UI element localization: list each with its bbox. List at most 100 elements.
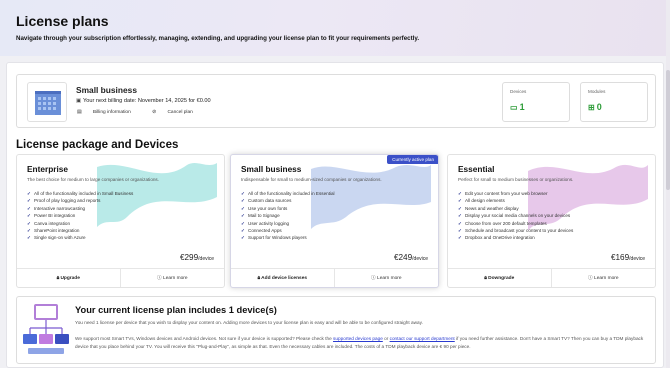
feature-item: ✓ Support for Windows players bbox=[241, 235, 307, 241]
feature-item: ✓ Proof of play logging and reports bbox=[27, 198, 101, 204]
check-icon: ✓ bbox=[458, 220, 462, 226]
contact-support-link[interactable]: contact our support department bbox=[390, 336, 455, 341]
plan-description: Indispensable for small to medium-sized … bbox=[241, 177, 382, 182]
feature-item: ✓ Single sign-on with Azure bbox=[27, 235, 86, 241]
modules-counter: Modules ⊞ 0 bbox=[580, 82, 648, 122]
check-icon: ✓ bbox=[241, 227, 245, 233]
check-icon: ✓ bbox=[27, 235, 31, 241]
card-footer: 🔒︎ Upgrade ⓘ Learn more bbox=[17, 268, 224, 287]
modules-label: Modules bbox=[588, 89, 606, 94]
cancel-plan-label: Cancel plan bbox=[167, 110, 193, 115]
current-plan-explanation: You need 1 license per device that you w… bbox=[75, 320, 423, 325]
devices-label: Devices bbox=[510, 89, 527, 94]
plan-actions: ▤ Billing information ⊘ Cancel plan bbox=[77, 110, 213, 115]
section-title: License package and Devices bbox=[16, 139, 179, 151]
upgrade-button[interactable]: 🔒︎ Upgrade bbox=[17, 269, 121, 287]
check-icon: ✓ bbox=[27, 198, 31, 204]
feature-item: ✓ Interactive narrowcasting bbox=[27, 205, 86, 211]
plan-name: Small business bbox=[76, 85, 137, 95]
feature-item: ✓ Choose from over 200 default templates bbox=[458, 220, 547, 226]
feature-item: ✓ Schedule and broadcast your content to … bbox=[458, 227, 574, 233]
check-icon: ✓ bbox=[27, 220, 31, 226]
device-support-text: We support most Smart TVs, Windows devic… bbox=[75, 336, 644, 349]
plan-name: Small business bbox=[241, 164, 302, 174]
feature-item: ✓ Display your social media channels on y… bbox=[458, 213, 571, 219]
plan-price: €299/device bbox=[179, 253, 214, 262]
plan-card-small-business: Currently active plan Small business Ind… bbox=[230, 154, 439, 288]
calendar-icon: ▣ bbox=[76, 98, 82, 104]
plan-name: Essential bbox=[458, 164, 495, 174]
receipt-icon: ▤ bbox=[77, 110, 83, 115]
feature-item: ✓ Mail to Signage bbox=[241, 213, 280, 219]
check-icon: ✓ bbox=[458, 213, 462, 219]
learn-more-button[interactable]: ⓘ Learn more bbox=[552, 269, 656, 287]
feature-item: ✓ All design elements bbox=[458, 198, 505, 204]
devices-counter: Devices ▭ 1 bbox=[502, 82, 570, 122]
billing-information-label: Billing information bbox=[92, 110, 131, 115]
card-footer: 🔒︎ Downgrade ⓘ Learn more bbox=[448, 268, 655, 287]
devices-illustration bbox=[23, 304, 69, 354]
current-license-info: Your current license plan includes 1 dev… bbox=[16, 296, 656, 364]
check-icon: ✓ bbox=[241, 220, 245, 226]
supported-devices-link[interactable]: supported devices page bbox=[333, 336, 383, 341]
check-icon: ✓ bbox=[458, 227, 462, 233]
plan-price: €169/device bbox=[610, 253, 645, 262]
feature-item: ✓ Edit your content from your web browser bbox=[458, 191, 548, 196]
feature-item: ✓ Custom data sources bbox=[241, 198, 292, 204]
grid-icon: ⊞ bbox=[588, 103, 595, 112]
plan-description: Perfect for small to medium businesses o… bbox=[458, 177, 574, 182]
add-device-licenses-button[interactable]: 🔒︎ Add device licenses bbox=[231, 269, 335, 287]
current-plan-title: Your current license plan includes 1 dev… bbox=[75, 305, 277, 315]
feature-item: ✓ Power BI integration bbox=[27, 213, 76, 219]
scrollbar[interactable] bbox=[666, 0, 670, 368]
check-icon: ✓ bbox=[241, 205, 245, 211]
check-icon: ✓ bbox=[458, 191, 462, 196]
page-title: License plans bbox=[16, 13, 109, 29]
building-icon bbox=[35, 91, 61, 115]
billing-information-link[interactable]: ▤ Billing information bbox=[77, 110, 141, 115]
check-icon: ✓ bbox=[241, 198, 245, 204]
feature-item: ✓ News and weather display bbox=[458, 205, 519, 211]
scrollbar-thumb[interactable] bbox=[666, 70, 670, 190]
billing-date-text: Your next billing date: November 14, 202… bbox=[83, 98, 211, 104]
check-icon: ✓ bbox=[27, 191, 31, 196]
check-icon: ✓ bbox=[27, 227, 31, 233]
card-footer: 🔒︎ Add device licenses ⓘ Learn more bbox=[231, 268, 438, 287]
plan-price: €249/device bbox=[393, 253, 428, 262]
cancel-icon: ⊘ bbox=[152, 110, 158, 115]
current-plan-summary: Small business ▣ Your next billing date: … bbox=[16, 74, 656, 128]
feature-item: ✓ User activity logging bbox=[241, 220, 290, 226]
downgrade-button[interactable]: 🔒︎ Downgrade bbox=[448, 269, 552, 287]
feature-item: ✓ SharePoint integration bbox=[27, 227, 80, 233]
feature-list: ✓ All of the functionality included in Es… bbox=[241, 191, 335, 243]
check-icon: ✓ bbox=[458, 198, 462, 204]
plan-card-enterprise: Enterprise The best choice for medium to… bbox=[16, 154, 225, 288]
feature-item: ✓ Dropbox and OneDrive integration bbox=[458, 235, 535, 241]
feature-list: ✓ Edit your content from your web browser… bbox=[458, 191, 573, 243]
learn-more-button[interactable]: ⓘ Learn more bbox=[335, 269, 439, 287]
page-header: License plans Navigate through your subs… bbox=[0, 0, 670, 56]
check-icon: ✓ bbox=[241, 213, 245, 219]
feature-item: ✓ Use your own fonts bbox=[241, 205, 288, 211]
feature-item: ✓ Canva integration bbox=[27, 220, 71, 226]
plan-name: Enterprise bbox=[27, 164, 69, 174]
building-logo bbox=[27, 82, 67, 122]
plan-description: The best choice for medium to large comp… bbox=[27, 177, 160, 182]
cancel-plan-link[interactable]: ⊘ Cancel plan bbox=[152, 110, 203, 115]
page-subtitle: Navigate through your subscription effor… bbox=[16, 35, 420, 42]
active-plan-badge: Currently active plan bbox=[387, 155, 438, 164]
learn-more-button[interactable]: ⓘ Learn more bbox=[121, 269, 225, 287]
modules-count: 0 bbox=[596, 102, 602, 112]
plan-card-essential: Essential Perfect for small to medium bu… bbox=[447, 154, 656, 288]
feature-item: ✓ All of the functionality included in Es… bbox=[241, 191, 335, 196]
check-icon: ✓ bbox=[458, 205, 462, 211]
feature-item: ✓ All of the functionality included in Sm… bbox=[27, 191, 134, 196]
devices-count: 1 bbox=[519, 102, 525, 112]
check-icon: ✓ bbox=[241, 191, 245, 196]
check-icon: ✓ bbox=[27, 205, 31, 211]
feature-item: ✓ Connected Apps bbox=[241, 227, 282, 233]
check-icon: ✓ bbox=[241, 235, 245, 241]
feature-list: ✓ All of the functionality included in Sm… bbox=[27, 191, 133, 243]
billing-date: ▣ Your next billing date: November 14, 20… bbox=[76, 98, 211, 104]
monitor-icon: ▭ bbox=[510, 103, 518, 112]
